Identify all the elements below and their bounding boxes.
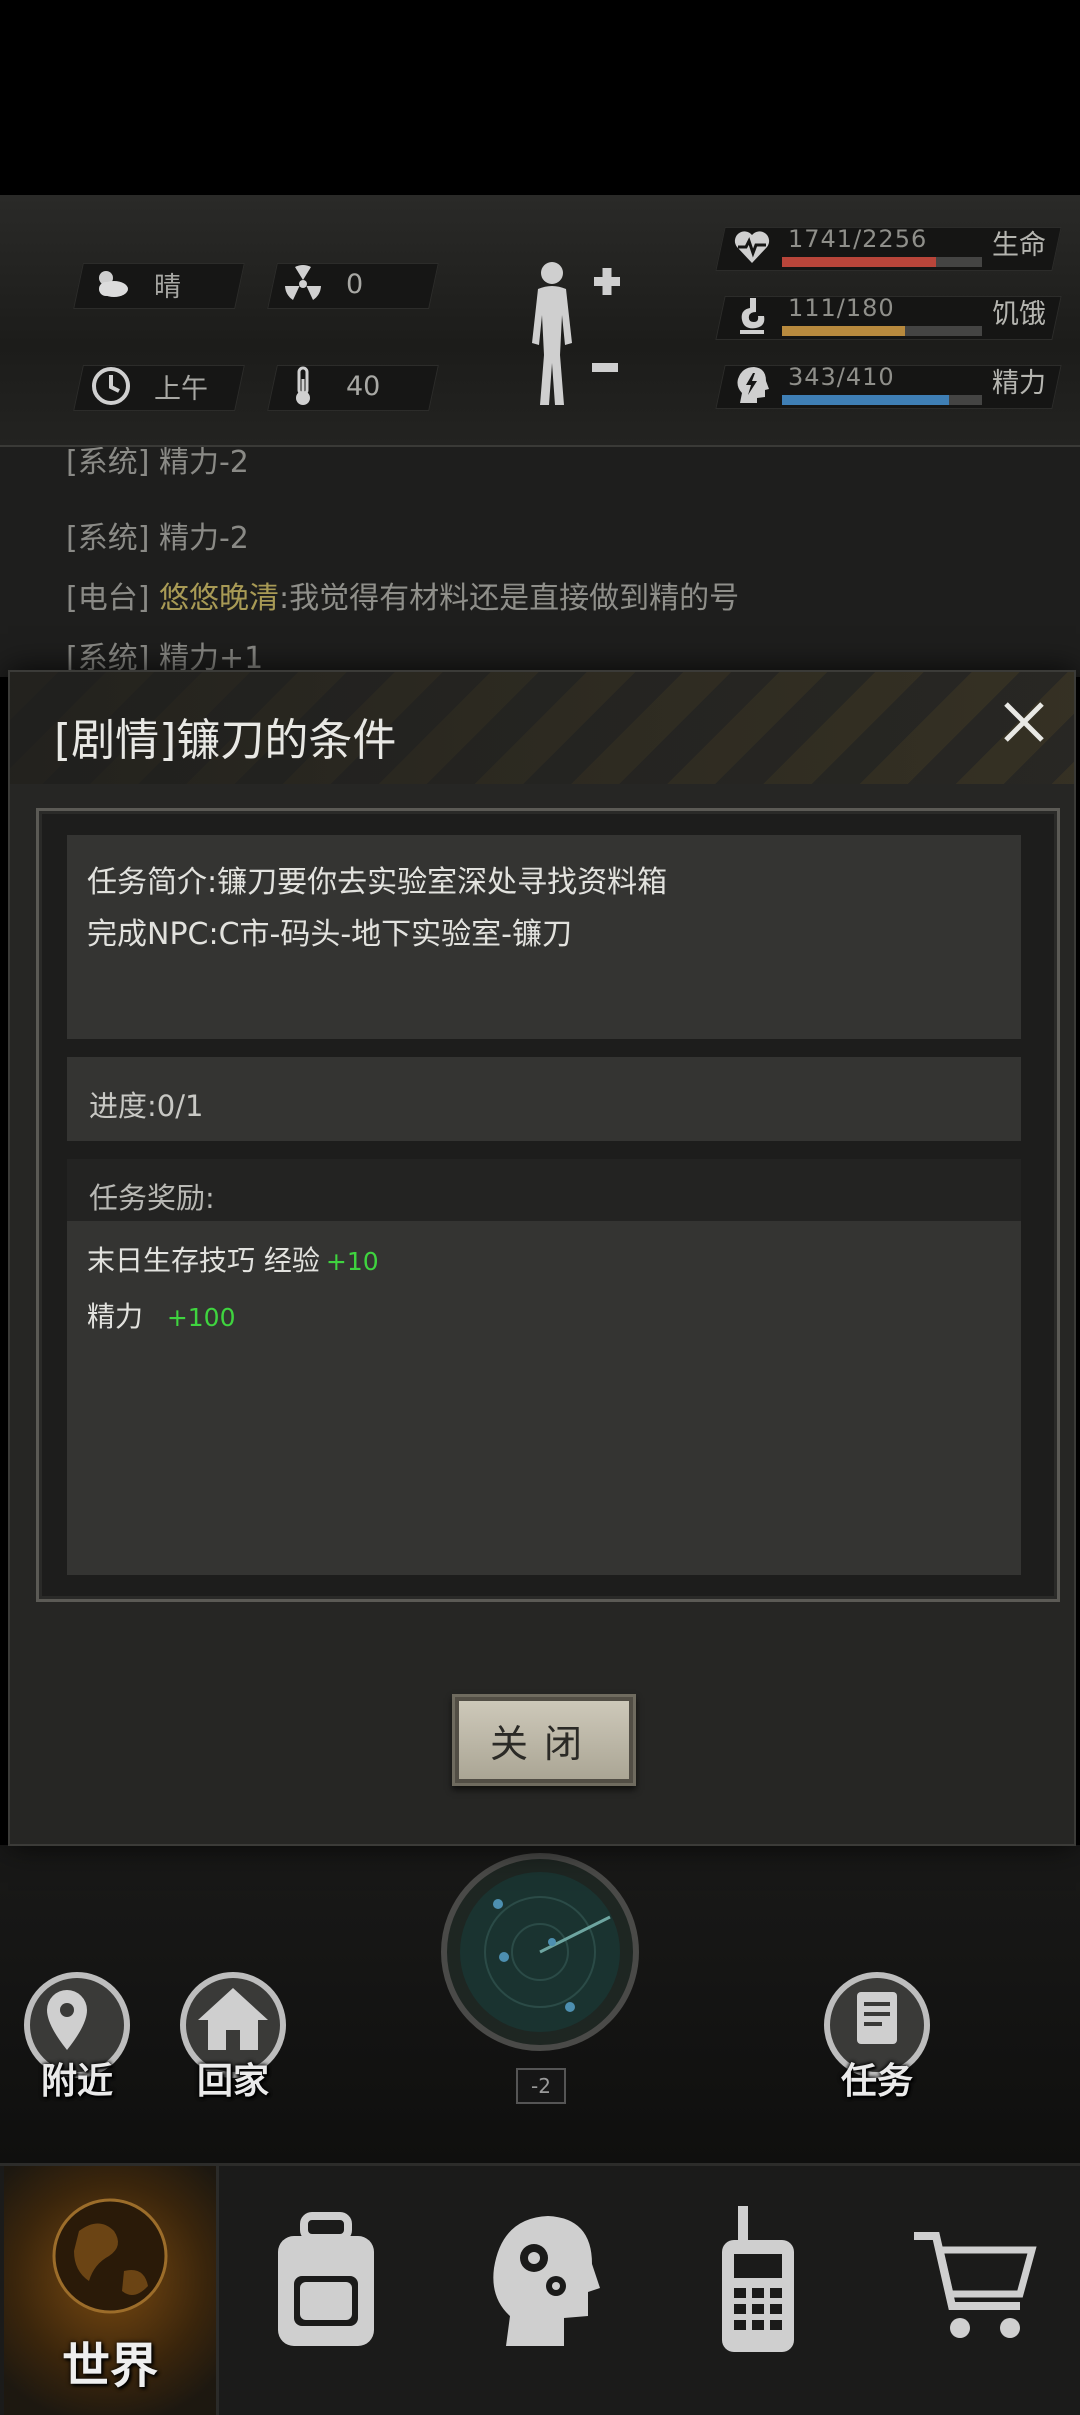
reward-header: 任务奖励: [67,1159,1021,1221]
quest-dialog: [剧情]镰刀的条件 任务简介:镰刀要你去实验室深处寻找资料箱 完成NPC:C市-… [8,670,1076,1846]
log-line: [系统] 精力-2 [66,447,249,481]
log-text: :我觉得有材料还是直接做到精的号 [278,581,740,616]
tab-backpack[interactable] [220,2166,432,2415]
stomach-icon [740,298,765,334]
tab-world-label: 世界 [61,2338,158,2394]
nearby-label: 附近 [40,2061,113,2102]
health-stat: 1741/2256 生命 [715,223,1062,273]
head-gears-icon [493,2216,600,2346]
tab-radio[interactable] [652,2166,864,2415]
reward-value: +100 [166,1303,236,1332]
health-bar [782,257,982,267]
close-button[interactable]: 关闭 [452,1694,636,1786]
time-of-day: 上午 [154,373,208,405]
log-line: [系统] 精力-2 [66,513,249,557]
tab-skills[interactable] [436,2166,648,2415]
thermometer-icon [296,366,310,405]
time-item: 上午 [90,365,208,407]
energy-stat: 343/410 精力 [715,361,1062,411]
energy-bar [782,395,982,405]
tab-world[interactable]: 世界 [4,2166,219,2415]
hunger-bar [782,326,982,336]
quest-summary: 任务简介:镰刀要你去实验室深处寻找资料箱 [87,865,668,900]
log-sender: 悠悠晚清 [158,581,279,616]
tasks-button[interactable]: 任务 [822,1970,932,2120]
cloud-sun-icon [99,271,128,297]
clock-icon [92,367,130,405]
floor-level-badge: -2 [516,2068,566,2104]
health-bar-fill [782,257,937,267]
reward-value: +10 [325,1247,379,1276]
weather-text: 晴 [154,271,181,303]
reward-name: 精力 [87,1300,144,1333]
reward-name: 末日生存技巧 经验 [87,1244,320,1277]
heart-icon [734,231,770,263]
radiation-icon [285,265,321,300]
home-button[interactable]: 回家 [178,1970,288,2120]
reward-title: 任务奖励: [89,1181,215,1215]
quest-rewards: 任务奖励: 末日生存技巧 经验 +10 精力 +100 [67,1159,1021,1575]
radiation-item: 0 [282,263,363,305]
tab-shop[interactable] [868,2166,1080,2415]
bottom-nav: 世界 [0,2163,1080,2415]
hunger-stat: 111/180 饥饿 [715,292,1062,342]
weather-item: 晴 [90,263,181,305]
shopping-cart-icon [914,2232,1037,2338]
globe-icon [52,2198,168,2314]
home-label: 回家 [196,2061,269,2102]
radar-icon[interactable] [440,1852,640,2052]
temperature-value: 40 [346,370,381,402]
log-text: 精力-2 [158,447,249,480]
quest-progress: 进度:0/1 [89,1089,204,1123]
close-icon[interactable] [994,692,1054,752]
energy-label: 精力 [992,368,1046,399]
dialog-header: [剧情]镰刀的条件 [10,672,1074,784]
health-value: 1741/2256 [788,225,928,253]
health-label: 生命 [992,230,1046,261]
quest-panel: 任务简介:镰刀要你去实验室深处寻找资料箱 完成NPC:C市-码头-地下实验室-镰… [36,808,1060,1602]
hunger-bar-fill [782,326,906,336]
log-text: 精力-2 [158,521,249,556]
walkie-talkie-icon [722,2206,794,2352]
reward-item: 末日生存技巧 经验 +10 [87,1239,379,1279]
quest-description: 任务简介:镰刀要你去实验室深处寻找资料箱 完成NPC:C市-码头-地下实验室-镰… [67,835,1021,1039]
log-tag: [系统] [66,521,150,556]
temperature-item: 40 [282,365,380,407]
log-line: [电台] 悠悠晚清:我觉得有材料还是直接做到精的号 [66,573,739,617]
dialog-title: [剧情]镰刀的条件 [54,715,397,766]
log-tag: [电台] [66,581,150,616]
log-tag: [系统] [66,447,150,480]
backpack-icon [278,2212,374,2346]
nearby-button[interactable]: 附近 [22,1970,132,2120]
radiation-value: 0 [346,268,364,300]
head-lightning-icon [737,367,769,403]
reward-item: 精力 +100 [87,1295,236,1335]
hunger-label: 饥饿 [992,299,1046,330]
status-bar: 晴 0 上午 40 1741/2256 生命 111/180 饥饿 343/41… [0,195,1080,447]
message-log[interactable]: [系统] 精力-2 [系统] 精力-2 [电台] 悠悠晚清:我觉得有材料还是直接… [0,447,1080,677]
tasks-label: 任务 [840,2061,913,2102]
quest-npc: 完成NPC:C市-码头-地下实验室-镰刀 [87,917,573,952]
quest-progress-box: 进度:0/1 [67,1057,1021,1141]
energy-value: 343/410 [788,363,895,391]
hunger-value: 111/180 [788,294,895,322]
energy-bar-fill [782,395,950,405]
body-status-icon[interactable] [520,255,630,415]
